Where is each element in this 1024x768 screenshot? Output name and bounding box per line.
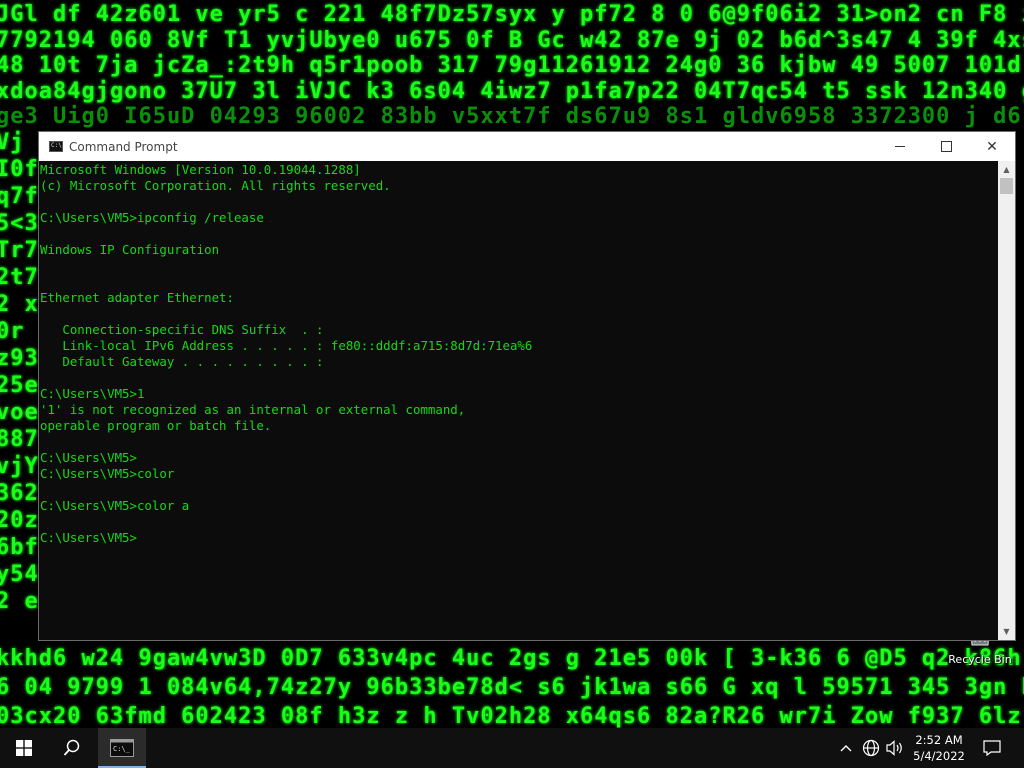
volume-button[interactable]: [884, 728, 906, 768]
wallpaper-matrix-row: kkhd6 w24 9gaw4vw3D 0D7 633v4pc 4uc 2gs …: [0, 646, 1024, 671]
chevron-up-icon: [840, 745, 852, 752]
minimize-button[interactable]: [877, 132, 923, 161]
console-line: C:\Users\VM5>1: [40, 386, 145, 401]
wallpaper-matrix-row: 7792194 060 8Vf T1 yvjUbye0 u675 0f B Gc…: [0, 27, 1024, 53]
network-button[interactable]: [860, 728, 882, 768]
console-line: Link-local IPv6 Address . . . . . : fe80…: [40, 338, 533, 353]
wallpaper-matrix-row: 5<3: [0, 211, 39, 236]
maximize-icon: [940, 141, 952, 152]
wallpaper-matrix-row: JGl df 42z601 ve yr5 c 221 48f7Dz57syx y…: [0, 2, 1024, 27]
notification-icon: [983, 740, 1001, 756]
console-line: Connection-specific DNS Suffix . :: [40, 322, 324, 337]
console-line: C:\Users\VM5>ipconfig /release: [40, 210, 264, 225]
wallpaper-matrix-row: voe: [0, 400, 39, 425]
taskbar: C:\_ 2:52 AM 5/4/2022: [0, 728, 1024, 768]
minimize-icon: [895, 146, 905, 147]
command-prompt-icon: C:\_: [110, 739, 134, 757]
close-icon: ✕: [986, 138, 998, 155]
console-line: Microsoft Windows [Version 10.0.19044.12…: [40, 162, 361, 177]
wallpaper-matrix-row: vjY: [0, 454, 39, 479]
search-icon: [63, 739, 80, 756]
action-center-button[interactable]: [972, 728, 1012, 768]
network-icon: [862, 739, 880, 757]
wallpaper-matrix-row: 25e: [0, 373, 39, 398]
scroll-thumb[interactable]: [1000, 178, 1013, 194]
wallpaper-matrix-row: y54: [0, 562, 39, 587]
command-prompt-window[interactable]: Command Prompt ✕ Microsoft Windows [Vers…: [38, 131, 1016, 641]
search-button[interactable]: [48, 728, 96, 768]
wallpaper-matrix-row: I0f: [0, 157, 39, 182]
windows-start-icon: [16, 740, 32, 756]
svg-text:C:\_: C:\_: [113, 745, 131, 753]
wallpaper-matrix-row: xdoa84gjgono 37U7 3l iVJC k3 6s04 4iwz7 …: [0, 78, 1024, 104]
clock-date: 5/4/2022: [913, 749, 965, 763]
console-line: operable program or batch file.: [40, 418, 272, 433]
console-output[interactable]: Microsoft Windows [Version 10.0.19044.12…: [39, 161, 998, 640]
wallpaper-matrix-row: 2 x: [0, 292, 39, 317]
wallpaper-matrix-row: 2 e: [0, 589, 39, 614]
console-line: '1' is not recognized as an internal or …: [40, 402, 466, 417]
console-line: C:\Users\VM5>color a: [40, 498, 190, 513]
wallpaper-matrix-row: 362: [0, 481, 39, 506]
wallpaper-matrix-row: q7f: [0, 184, 39, 209]
recycle-bin-label: Recycle Bin: [948, 653, 1012, 666]
command-prompt-icon: [49, 141, 63, 152]
scroll-down-arrow-icon[interactable]: ▼: [998, 623, 1015, 640]
console-line: C:\Users\VM5>: [40, 450, 137, 465]
window-title: Command Prompt: [69, 139, 178, 154]
show-hidden-icons-button[interactable]: [836, 728, 856, 768]
start-button[interactable]: [0, 728, 48, 768]
console-line: (c) Microsoft Corporation. All rights re…: [40, 178, 391, 193]
vertical-scrollbar[interactable]: ▲ ▼: [998, 161, 1015, 640]
console-line: Default Gateway . . . . . . . . . :: [40, 354, 324, 369]
maximize-button[interactable]: [923, 132, 969, 161]
wallpaper-matrix-row: 48 10t 7ja jcZa_:2t9h q5r1poob 317 79g11…: [0, 53, 1024, 78]
volume-icon: [886, 740, 902, 756]
close-button[interactable]: ✕: [969, 132, 1015, 161]
wallpaper-matrix-row: Tr7: [0, 238, 39, 263]
clock[interactable]: 2:52 AM 5/4/2022: [910, 728, 968, 768]
wallpaper-matrix-row: 03cx20 63fmd 602423 08f h3z z h Tv02h28 …: [0, 704, 1024, 728]
wallpaper-matrix-row: 20z: [0, 508, 39, 533]
window-titlebar[interactable]: Command Prompt ✕: [39, 132, 1015, 161]
wallpaper-matrix-row: 2t7: [0, 265, 39, 290]
wallpaper-matrix-row: ge3 Uig0 I65uD 04293 96002 83bb v5xxt7f …: [0, 104, 1024, 129]
taskbar-command-prompt[interactable]: C:\_: [98, 728, 146, 768]
clock-time: 2:52 AM: [915, 733, 963, 747]
wallpaper-matrix-row: 6bf: [0, 535, 39, 560]
wallpaper-matrix-row: 6 04 9799 1 084v64,74z27y 96b33be78d< s6…: [0, 675, 1024, 700]
console-line: Windows IP Configuration: [40, 242, 220, 257]
console-line: Ethernet adapter Ethernet:: [40, 290, 234, 305]
wallpaper-matrix-row: z93: [0, 346, 39, 371]
scroll-up-arrow-icon[interactable]: ▲: [998, 161, 1015, 178]
console-line: C:\Users\VM5>: [40, 530, 137, 545]
console-line: C:\Users\VM5>color: [40, 466, 175, 481]
